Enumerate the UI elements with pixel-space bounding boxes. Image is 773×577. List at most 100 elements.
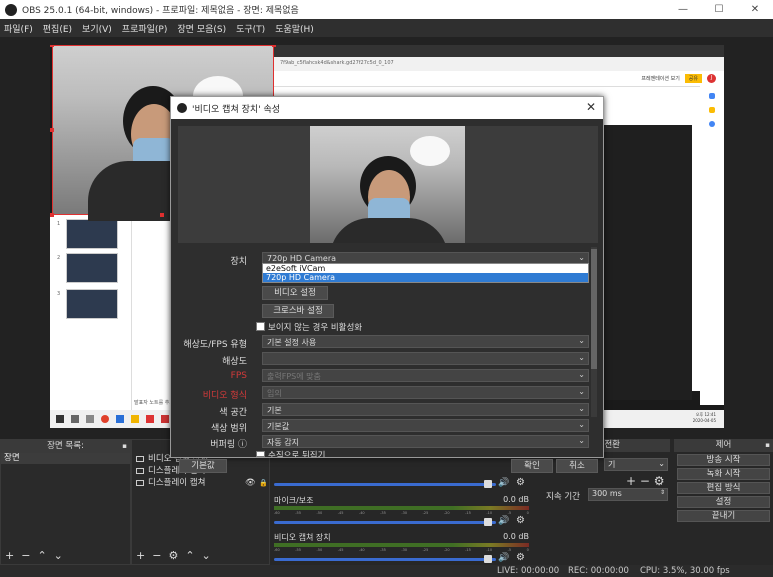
lock-icon[interactable]: 🔒 — [259, 477, 268, 489]
dock-float-icon[interactable]: ▪ — [122, 440, 127, 453]
device-dropdown-list[interactable]: e2eSoft iVCam 720p HD Camera — [262, 263, 589, 283]
status-bar: LIVE: 00:00:00 REC: 00:00:00 CPU: 3.5%, … — [0, 565, 773, 577]
video-settings-button[interactable]: 비디오 설정 — [262, 286, 328, 300]
dialog-titlebar: '비디오 캡쳐 장치' 속성 ✕ — [171, 97, 603, 119]
dock-float-icon[interactable]: ▪ — [765, 439, 770, 452]
volume-slider[interactable] — [274, 483, 496, 486]
monitor-icon — [136, 467, 144, 474]
color-space-select[interactable]: 기본 ⌄ — [262, 403, 589, 416]
source-item[interactable]: 디스플레이 캡쳐 👁 🔒 — [132, 477, 269, 489]
color-range-select[interactable]: 기본값 ⌄ — [262, 419, 589, 432]
dialog-scrollbar[interactable] — [591, 247, 597, 417]
scene-item[interactable]: 장면 — [1, 453, 130, 464]
audio-settings-gear-icon[interactable]: ⚙ — [516, 552, 525, 563]
window-title: OBS 25.0.1 (64-bit, windows) - 프로파일: 제목없… — [22, 6, 299, 16]
crossbar-settings-button[interactable]: 크로스바 설정 — [262, 304, 334, 318]
transition-add-remove[interactable]: + − ⚙ — [626, 474, 665, 488]
slide-thumbnail — [66, 219, 118, 249]
menu-bar: 파일(F) 편집(E) 보기(V) 프로파일(P) 장면 모음(S) 도구(T)… — [0, 19, 773, 37]
speaker-icon[interactable]: 🔊 — [498, 478, 509, 488]
settings-row: 버퍼링 ⓘ 자동 감지 ⌄ — [178, 435, 598, 450]
settings-button[interactable]: 설정 — [677, 496, 770, 508]
menu-tools[interactable]: 도구(T) — [236, 22, 265, 35]
resolution-select[interactable]: ⌄ — [262, 352, 589, 365]
volume-knob[interactable] — [484, 480, 492, 488]
webcam-preview-image — [310, 126, 465, 243]
captured-browser-url: 7f9ab_c5flahcsk4d&shark.gd27f27c5d_0_107 — [274, 57, 724, 71]
settings-row: 색상 범위 기본값 ⌄ — [178, 419, 598, 434]
add-scene-icon[interactable]: + — [5, 549, 14, 562]
duration-label: 지속 기간 — [546, 492, 580, 502]
captured-clock-date: 2020-04-05 — [692, 418, 716, 423]
speaker-icon[interactable]: 🔊 — [498, 553, 509, 563]
resize-handle[interactable] — [160, 213, 164, 217]
close-button[interactable]: ✕ — [737, 0, 773, 19]
menu-help[interactable]: 도움말(H) — [275, 22, 314, 35]
volume-slider[interactable] — [274, 558, 496, 561]
studio-mode-button[interactable]: 편집 방식 — [677, 482, 770, 494]
start-streaming-button[interactable]: 방송 시작 — [677, 454, 770, 466]
video-format-select[interactable]: 임의 ⌄ — [262, 386, 589, 399]
menu-scene-collection[interactable]: 장면 모음(S) — [177, 22, 226, 35]
obs-logo-icon — [5, 3, 17, 16]
resize-handle[interactable] — [272, 45, 276, 47]
audio-settings-gear-icon[interactable]: ⚙ — [516, 477, 525, 488]
ok-button[interactable]: 확인 — [511, 459, 553, 473]
start-recording-button[interactable]: 녹화 시작 — [677, 468, 770, 480]
resize-handle[interactable] — [50, 45, 54, 47]
properties-dialog: '비디오 캡쳐 장치' 속성 ✕ 장치 720p HD Camera ⌄ e2eS… — [170, 96, 604, 473]
camera-icon — [136, 455, 144, 462]
deactivate-checkbox[interactable] — [256, 322, 265, 331]
volume-slider[interactable] — [274, 521, 496, 524]
defaults-button[interactable]: 기본값 — [179, 459, 227, 473]
move-up-icon[interactable]: ⌃ — [37, 549, 46, 562]
settings-row: FPS 출력FPS에 맞춤 ⌄ — [178, 369, 598, 383]
source-settings-gear-icon[interactable]: ⚙ — [168, 549, 178, 562]
captured-clock-time: 오후 12:41 — [695, 412, 716, 417]
move-up-icon[interactable]: ⌃ — [185, 549, 194, 562]
move-down-icon[interactable]: ⌄ — [54, 549, 63, 562]
resize-handle[interactable] — [50, 213, 54, 217]
maximize-button[interactable]: ☐ — [701, 0, 737, 19]
menu-view[interactable]: 보기(V) — [82, 22, 112, 35]
meter-ticks: -60 -55 -50 -45 -40 -35 -30 -25 -20 -15 -10 -5 0 — [274, 548, 529, 552]
transition-gear-icon: ⚙ — [653, 474, 665, 488]
level-meter — [274, 506, 529, 510]
duration-spinbox[interactable]: 300 ms ⇕ — [588, 488, 668, 501]
move-down-icon[interactable]: ⌄ — [202, 549, 211, 562]
transition-select[interactable]: 기 ⌄ — [604, 458, 668, 471]
fps-select[interactable]: 출력FPS에 맞춤 ⌄ — [262, 369, 589, 382]
track-db: 0.0 dB — [503, 495, 529, 504]
device-option[interactable]: e2eSoft iVCam — [263, 264, 588, 273]
exit-button[interactable]: 끝내기 — [677, 510, 770, 522]
visibility-eye-icon[interactable]: 👁 — [245, 477, 256, 489]
flip-checkbox[interactable] — [256, 451, 265, 457]
captured-right-sidebar — [700, 85, 724, 405]
controls-dock: 제어 ▪ 방송 시작 녹화 시작 편집 방식 설정 끝내기 — [674, 439, 773, 565]
cancel-button[interactable]: 취소 — [556, 459, 598, 473]
volume-knob[interactable] — [484, 555, 492, 563]
menu-profile[interactable]: 프로파일(P) — [122, 22, 168, 35]
minimize-button[interactable]: — — [665, 0, 701, 19]
deactivate-checkbox-label: 보이지 않는 경우 비활성화 — [268, 323, 363, 333]
captured-present-label: 프레젠테이션 보기 — [641, 76, 680, 82]
device-option-selected[interactable]: 720p HD Camera — [263, 273, 588, 282]
obs-logo-icon — [177, 103, 187, 113]
menu-file[interactable]: 파일(F) — [4, 22, 33, 35]
dialog-preview — [178, 126, 598, 243]
resolution-fps-type-select[interactable]: 기본 설정 사용 ⌄ — [262, 335, 589, 348]
dialog-close-button[interactable]: ✕ — [586, 100, 596, 114]
menu-edit[interactable]: 편집(E) — [43, 22, 72, 35]
controls-dock-title: 제어 — [715, 440, 732, 450]
remove-source-icon[interactable]: − — [152, 549, 161, 562]
settings-row: 해상도/FPS 유형 기본 설정 사용 ⌄ — [178, 335, 598, 350]
add-source-icon[interactable]: + — [136, 549, 145, 562]
speaker-icon[interactable]: 🔊 — [498, 516, 509, 526]
remove-scene-icon[interactable]: − — [21, 549, 30, 562]
volume-knob[interactable] — [484, 518, 492, 526]
resize-handle[interactable] — [50, 128, 54, 132]
slide-number: 2 — [57, 255, 61, 261]
settings-row: 비디오 형식 임의 ⌄ — [178, 386, 598, 401]
buffering-select[interactable]: 자동 감지 ⌄ — [262, 435, 589, 448]
audio-settings-gear-icon[interactable]: ⚙ — [516, 515, 525, 526]
